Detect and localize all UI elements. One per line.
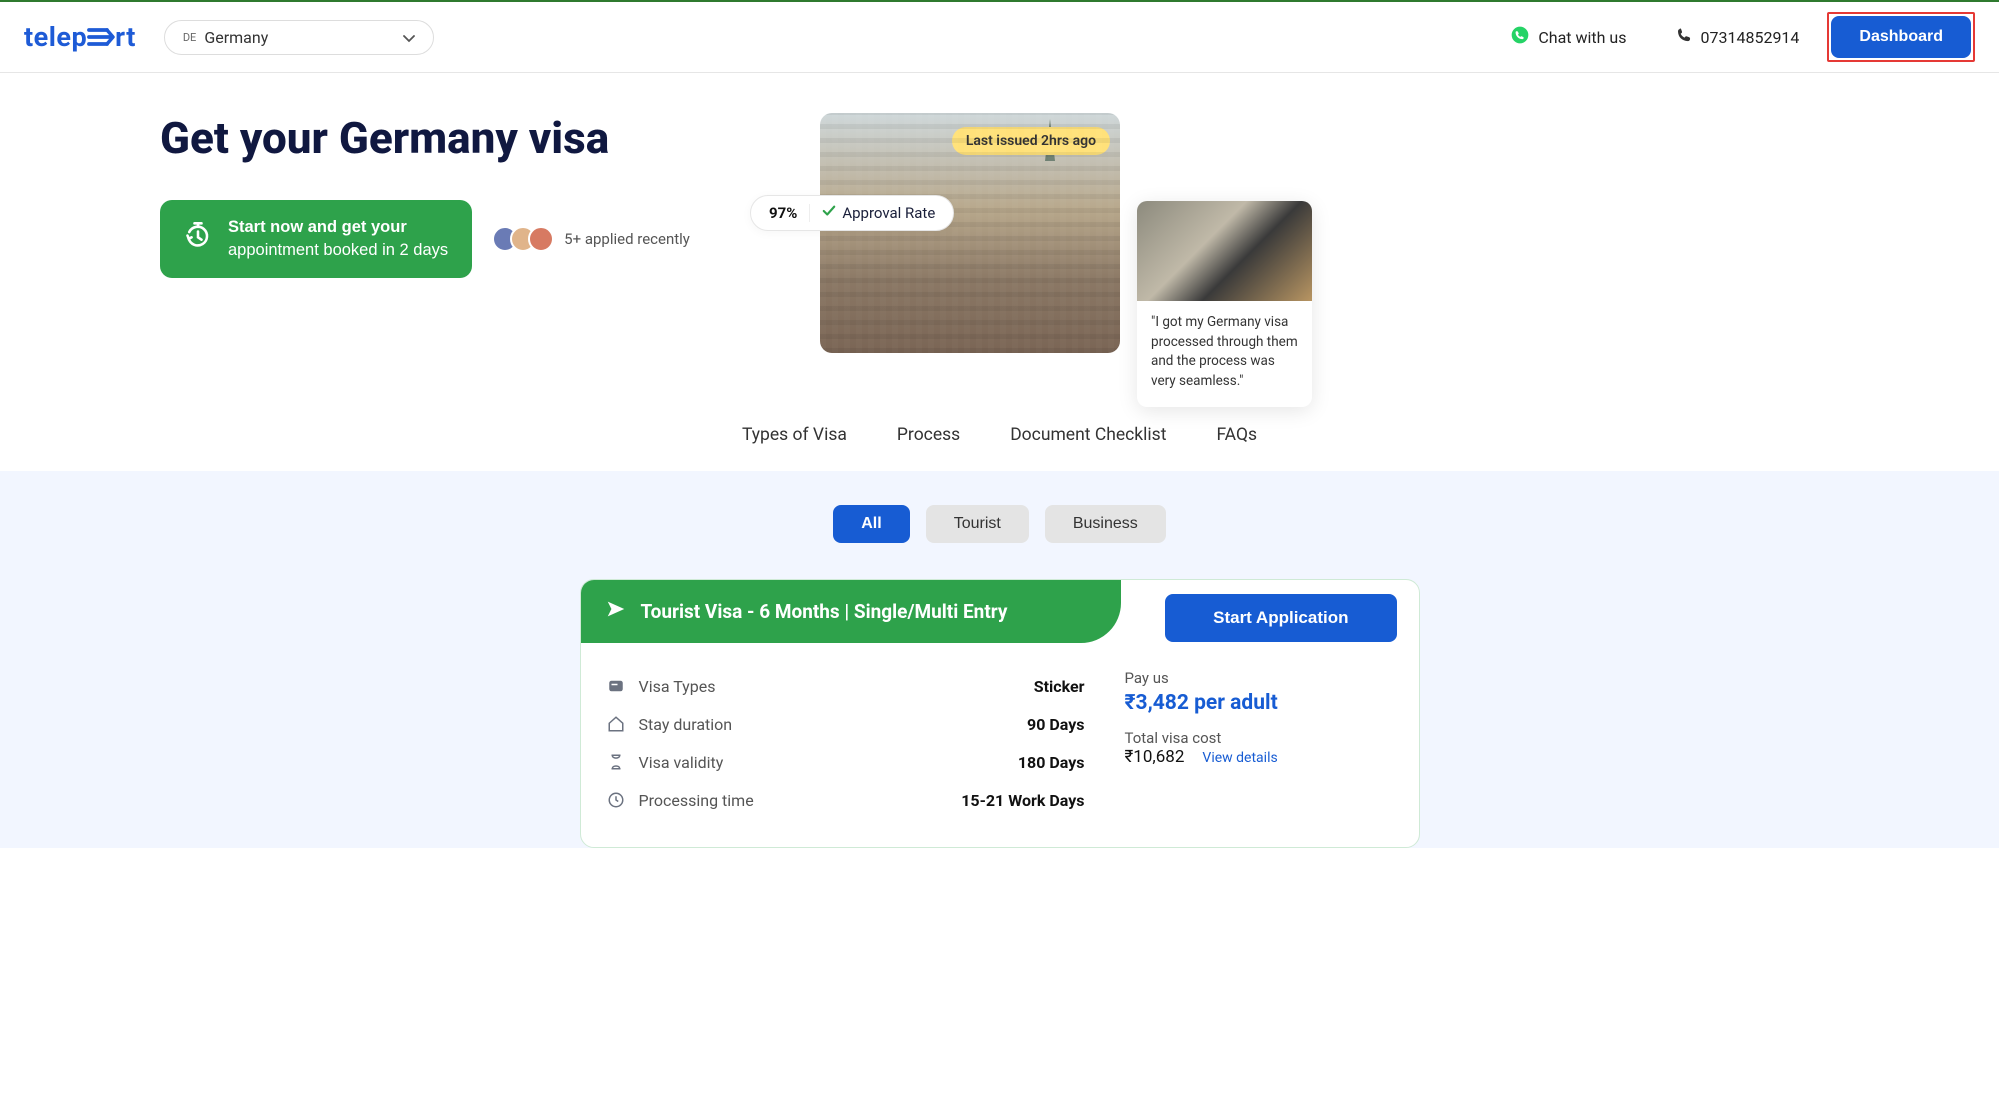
hero-right: Last issued 2hrs ago 97% Approval Rate "… (820, 113, 1280, 353)
nav-faqs[interactable]: FAQs (1216, 425, 1257, 445)
hero-section: Get your Germany visa Start now and get … (0, 73, 1999, 373)
check-icon (822, 204, 836, 222)
visa-row-value: Sticker (1034, 677, 1085, 696)
visa-row-type: Visa Types Sticker (605, 667, 1125, 705)
pay-us-label: Pay us (1125, 669, 1395, 687)
visa-filter-row: All Tourist Business (0, 505, 1999, 543)
cta-line2: appointment booked in 2 days (228, 241, 448, 259)
dashboard-button[interactable]: Dashboard (1831, 16, 1971, 58)
nav-types-of-visa[interactable]: Types of Visa (742, 425, 847, 445)
cta-line1: Start now and get your (228, 218, 407, 236)
last-issued-badge: Last issued 2hrs ago (952, 127, 1110, 155)
hourglass-icon (605, 751, 627, 773)
testimonial-image (1137, 201, 1312, 301)
phone-icon (1675, 26, 1693, 48)
chevron-down-icon (403, 28, 415, 47)
visa-row-value: 15-21 Work Days (961, 791, 1084, 810)
approval-rate-label: Approval Rate (842, 204, 935, 222)
visa-card: Tourist Visa - 6 Months | Single/Multi E… (580, 579, 1420, 848)
filter-business[interactable]: Business (1045, 505, 1166, 543)
visa-row-value: 90 Days (1027, 715, 1084, 734)
phone-contact[interactable]: 07314852914 (1675, 26, 1800, 48)
hero-left: Get your Germany visa Start now and get … (160, 113, 780, 353)
visa-card-header: Tourist Visa - 6 Months | Single/Multi E… (581, 580, 1121, 643)
applied-recently-label: 5+ applied recently (564, 230, 690, 248)
view-details-link[interactable]: View details (1202, 750, 1277, 766)
clock-icon (605, 789, 627, 811)
visa-pricing: Pay us ₹3,482 per adult Total visa cost … (1125, 667, 1395, 819)
visa-row-processing: Processing time 15-21 Work Days (605, 781, 1125, 819)
cta-row: Start now and get your appointment booke… (160, 200, 780, 278)
section-nav: Types of Visa Process Document Checklist… (0, 373, 1999, 471)
home-icon (605, 713, 627, 735)
chat-with-us[interactable]: Chat with us (1510, 25, 1626, 49)
total-cost-row: ₹10,682 View details (1125, 747, 1395, 767)
dashboard-highlight: Dashboard (1827, 12, 1975, 62)
visa-details-list: Visa Types Sticker Stay duration 90 Days… (605, 667, 1125, 819)
country-code: DE (183, 31, 196, 44)
card-icon (605, 675, 627, 697)
total-cost-label: Total visa cost (1125, 729, 1395, 747)
filter-all[interactable]: All (833, 505, 909, 543)
approval-percentage: 97% (769, 204, 797, 222)
visa-row-stay: Stay duration 90 Days (605, 705, 1125, 743)
price-per-adult: ₹3,482 per adult (1125, 691, 1395, 715)
avatar (528, 226, 554, 252)
logo-stripes-icon (87, 26, 115, 48)
country-name: Germany (204, 28, 395, 47)
testimonial-quote: "I got my Germany visa processed through… (1137, 301, 1312, 407)
chat-label: Chat with us (1538, 28, 1626, 47)
phone-number: 07314852914 (1701, 28, 1800, 47)
visa-row-label: Stay duration (639, 715, 1028, 734)
header-bar: telep rt DE Germany Chat with us 0731485… (0, 0, 1999, 73)
visa-row-value: 180 Days (1018, 753, 1085, 772)
visa-card-title: Tourist Visa - 6 Months | Single/Multi E… (641, 600, 1008, 623)
visa-row-validity: Visa validity 180 Days (605, 743, 1125, 781)
airplane-icon (605, 598, 627, 625)
avatar-stack (492, 226, 554, 252)
logo[interactable]: telep rt (24, 21, 136, 53)
start-application-button[interactable]: Start Application (1165, 594, 1396, 642)
approval-rate-pill: 97% Approval Rate (750, 195, 954, 231)
visa-card-body: Visa Types Sticker Stay duration 90 Days… (581, 643, 1419, 819)
testimonial-card: "I got my Germany visa processed through… (1137, 201, 1312, 407)
destination-image: Last issued 2hrs ago (820, 113, 1120, 353)
nav-process[interactable]: Process (897, 425, 960, 445)
visa-row-label: Visa Types (639, 677, 1034, 696)
visa-section: All Tourist Business Tourist Visa - 6 Mo… (0, 471, 1999, 848)
total-cost-value: ₹10,682 (1125, 747, 1185, 767)
page-title: Get your Germany visa (160, 113, 780, 164)
spire-decoration (1045, 119, 1055, 161)
start-now-button[interactable]: Start now and get your appointment booke… (160, 200, 472, 278)
whatsapp-icon (1510, 25, 1530, 49)
refresh-timer-icon (184, 221, 212, 256)
country-select[interactable]: DE Germany (164, 20, 434, 55)
visa-row-label: Visa validity (639, 753, 1018, 772)
nav-document-checklist[interactable]: Document Checklist (1010, 425, 1166, 445)
applied-recently: 5+ applied recently (492, 226, 690, 252)
filter-tourist[interactable]: Tourist (926, 505, 1029, 543)
visa-row-label: Processing time (639, 791, 962, 810)
